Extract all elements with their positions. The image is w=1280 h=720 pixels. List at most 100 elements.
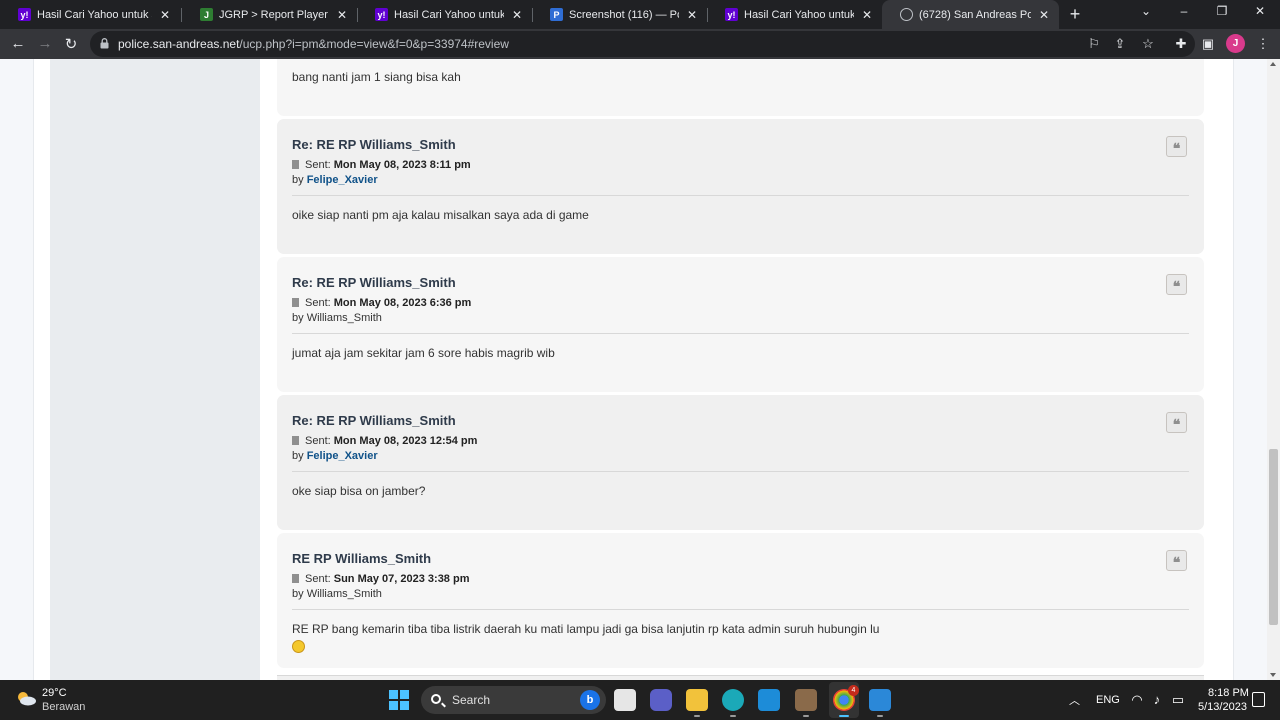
message-sent-line: Sent: Mon May 08, 2023 6:36 pm: [292, 297, 471, 309]
translate-icon[interactable]: ⚐: [1085, 36, 1103, 52]
author-name: Williams_Smith: [306, 588, 382, 600]
file-explorer-icon[interactable]: [686, 689, 708, 717]
notification-center-icon[interactable]: [1252, 692, 1265, 707]
back-arrow-icon[interactable]: ←: [9, 35, 27, 52]
windows-taskbar: 29°C Berawan Search b 4 ︿ ENG ◠ ♪ ▭ 8:18…: [0, 680, 1280, 720]
weather-description[interactable]: Berawan: [42, 701, 85, 713]
tab-postimages[interactable]: P Screenshot (116) — Postim ✕: [532, 0, 707, 29]
message-content: bang nanti jam 1 siang bisa kah: [292, 70, 461, 84]
tab-title: Hasil Cari Yahoo untuk foru: [744, 8, 854, 21]
message-history-item: RE RP Williams_Smith Sent: Sun May 07, 2…: [277, 533, 1204, 668]
sent-date: Mon May 08, 2023 12:54 pm: [333, 435, 478, 447]
message-content: oike siap nanti pm aja kalau misalkan sa…: [292, 208, 589, 222]
message-content: jumat aja jam sekitar jam 6 sore habis m…: [292, 346, 555, 360]
scroll-down-arrow-icon[interactable]: [1270, 673, 1276, 677]
close-icon[interactable]: ✕: [1037, 8, 1051, 22]
quote-button[interactable]: ❝: [1166, 274, 1187, 295]
address-bar[interactable]: police.san-andreas.net/ucp.php?i=pm&mode…: [90, 31, 1195, 57]
sent-label: Sent:: [305, 435, 331, 447]
by-label: by: [292, 174, 304, 186]
sent-label: Sent:: [305, 573, 331, 585]
author-link[interactable]: Felipe_Xavier: [307, 450, 378, 462]
minimize-button[interactable]: –: [1174, 4, 1194, 18]
message-history-item: Re: RE RP Williams_Smith Sent: Mon May 0…: [277, 119, 1204, 254]
sent-label: Sent:: [305, 297, 331, 309]
lock-icon: [100, 38, 109, 49]
search-label: Search: [452, 693, 491, 707]
sent-date: Sun May 07, 2023 3:38 pm: [333, 573, 470, 585]
partly-cloudy-icon[interactable]: [15, 690, 37, 706]
windows-start-icon[interactable]: [389, 690, 409, 710]
teams-chat-icon[interactable]: [650, 689, 672, 711]
document-icon: [292, 160, 299, 169]
message-subject: RE RP Williams_Smith: [292, 551, 432, 566]
tab-yahoo-sapa[interactable]: y! Hasil Cari Yahoo untuk sapa ✕: [0, 0, 180, 29]
input-language[interactable]: ENG: [1096, 694, 1120, 706]
page-scrollbar[interactable]: [1267, 59, 1280, 680]
game-app-icon[interactable]: [795, 689, 817, 717]
clock-time[interactable]: 8:18 PM: [1208, 687, 1249, 699]
menu-kebab-icon[interactable]: ⋮: [1254, 36, 1272, 52]
mail-icon[interactable]: [758, 689, 780, 711]
tab-search-icon[interactable]: ⌄: [1136, 4, 1156, 18]
postimages-icon: P: [550, 8, 563, 21]
bing-icon[interactable]: b: [580, 690, 600, 710]
extensions-puzzle-icon[interactable]: ✚: [1172, 36, 1190, 52]
quote-button[interactable]: ❝: [1166, 136, 1187, 157]
task-view-icon[interactable]: [614, 689, 636, 711]
author-link[interactable]: Felipe_Xavier: [307, 174, 378, 186]
author-name: Williams_Smith: [306, 312, 382, 324]
message-history-item: Re: RE RP Williams_Smith Sent: Mon May 0…: [277, 257, 1204, 392]
share-icon[interactable]: ⇪: [1111, 36, 1129, 52]
edge-icon[interactable]: [722, 689, 744, 717]
jgrp-icon: J: [200, 8, 213, 21]
show-hidden-icons-chevron-icon[interactable]: ︿: [1069, 692, 1080, 708]
quote-button[interactable]: ❝: [1166, 412, 1187, 433]
message-author-line: by Williams_Smith: [292, 312, 382, 324]
taskbar-search[interactable]: Search b: [421, 686, 606, 714]
message-author-line: by Felipe_Xavier: [292, 174, 378, 186]
wifi-icon[interactable]: ◠: [1129, 692, 1145, 708]
close-icon[interactable]: ✕: [335, 8, 349, 22]
url-text: police.san-andreas.net/ucp.php?i=pm&mode…: [118, 37, 509, 51]
tab-title: Hasil Cari Yahoo untuk sapa: [37, 8, 152, 21]
scrollbar-thumb[interactable]: [1269, 449, 1278, 625]
close-window-button[interactable]: ✕: [1250, 4, 1270, 18]
battery-icon[interactable]: ▭: [1170, 692, 1186, 708]
message-author-line: by Felipe_Xavier: [292, 450, 378, 462]
close-icon[interactable]: ✕: [685, 8, 699, 22]
close-icon[interactable]: ✕: [158, 8, 172, 22]
side-panel-icon[interactable]: ▣: [1199, 36, 1217, 52]
close-icon[interactable]: ✕: [860, 8, 874, 22]
tab-title: JGRP > Report Player - Jogj: [219, 8, 329, 21]
post-divider: [292, 195, 1189, 196]
reload-icon[interactable]: ↻: [62, 35, 80, 53]
page-viewport: bang nanti jam 1 siang bisa kah Re: RE R…: [0, 59, 1267, 680]
bookmark-star-icon[interactable]: ☆: [1139, 36, 1157, 52]
quote-button[interactable]: ❝: [1166, 550, 1187, 571]
tab-yahoo-post[interactable]: y! Hasil Cari Yahoo untuk post ✕: [357, 0, 532, 29]
chrome-icon[interactable]: 4: [833, 685, 859, 717]
new-tab-button[interactable]: +: [1066, 4, 1084, 25]
post-divider: [292, 471, 1189, 472]
forward-arrow-icon[interactable]: →: [36, 35, 54, 52]
ucp-left-column: [50, 59, 260, 680]
browser-toolbar: ← → ↻ police.san-andreas.net/ucp.php?i=p…: [0, 29, 1280, 59]
by-label: by: [292, 312, 304, 324]
sent-date: Mon May 08, 2023 6:36 pm: [333, 297, 472, 309]
tab-san-andreas-police[interactable]: (6728) San Andreas Police D ✕: [882, 0, 1059, 29]
yahoo-icon: y!: [725, 8, 738, 21]
tab-jgrp-report[interactable]: J JGRP > Report Player - Jogj ✕: [182, 0, 357, 29]
volume-icon[interactable]: ♪: [1149, 692, 1165, 707]
tab-yahoo-forum[interactable]: y! Hasil Cari Yahoo untuk foru ✕: [707, 0, 882, 29]
close-icon[interactable]: ✕: [510, 8, 524, 22]
weather-temperature[interactable]: 29°C: [42, 687, 67, 699]
document-icon: [292, 298, 299, 307]
maximize-button[interactable]: ❐: [1212, 4, 1232, 18]
clock-date[interactable]: 5/13/2023: [1198, 701, 1247, 713]
profile-avatar[interactable]: J: [1226, 34, 1245, 53]
url-path: /ucp.php?i=pm&mode=view&f=0&p=33974#revi…: [239, 37, 509, 51]
photos-icon[interactable]: [869, 689, 891, 717]
message-history-item: bang nanti jam 1 siang bisa kah: [277, 59, 1204, 116]
scroll-up-arrow-icon[interactable]: [1270, 62, 1276, 66]
